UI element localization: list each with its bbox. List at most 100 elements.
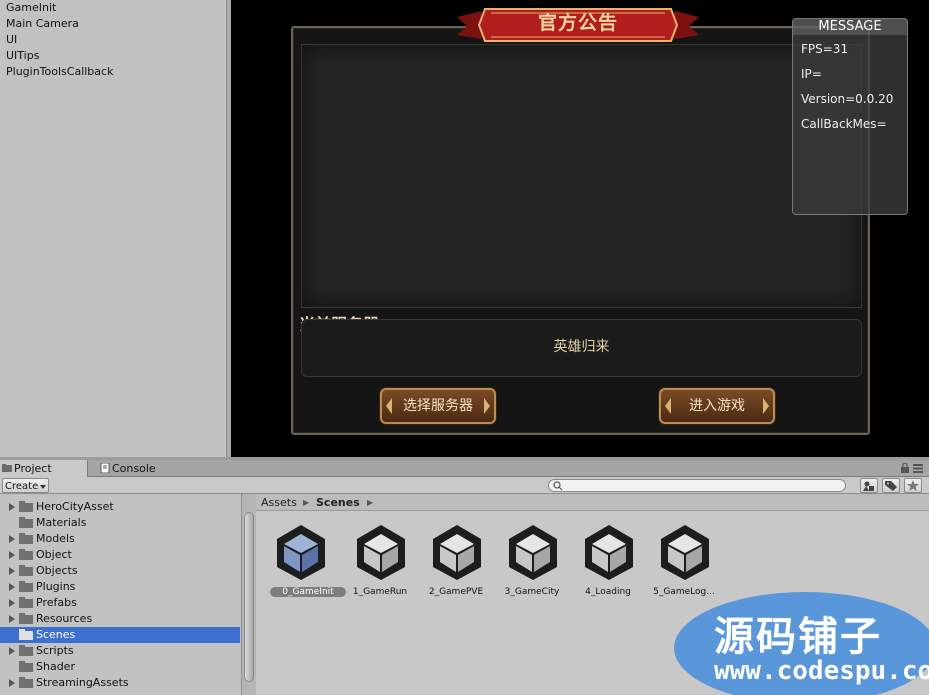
asset-scene[interactable]: 5_GameLog... [646,522,722,612]
enter-game-button[interactable]: 进入游戏 [659,388,775,424]
asset-scene[interactable]: 1_GameRun [342,522,418,612]
folder-tree: HeroCityAsset Materials Models Object Ob… [0,494,241,695]
folder-item[interactable]: Prefabs [0,595,240,611]
game-view: 当前服务器： 英雄归来 选择服务器 进入游戏 [231,0,929,457]
tab-project-label: Project [14,462,52,475]
breadcrumb-assets[interactable]: Assets [261,494,297,511]
folder-icon [19,597,33,608]
menu-icon[interactable] [913,464,923,473]
notice-title-ribbon: 官方公告 [457,7,699,43]
unity-scene-icon [585,525,633,580]
folder-item[interactable]: HeroCityAsset [0,499,240,515]
folder-item[interactable]: Resources [0,611,240,627]
search-input[interactable] [548,479,846,492]
tab-project[interactable]: Project [0,460,88,477]
unity-scene-icon [661,525,709,580]
breadcrumb-separator-icon: ▶ [303,498,310,507]
arrow-right-icon [484,398,490,414]
expand-arrow-icon[interactable] [9,599,15,607]
folder-icon [19,549,33,560]
hierarchy-item-uitips[interactable]: UITips [6,48,39,64]
notice-panel: 当前服务器： 英雄归来 选择服务器 进入游戏 [291,26,870,435]
asset-scene[interactable]: 4_Loading [570,522,646,612]
expand-arrow-icon[interactable] [9,567,15,575]
folder-icon [19,645,33,656]
folder-item[interactable]: Objects [0,563,240,579]
arrow-right-icon [763,398,769,414]
dropdown-arrow-icon [40,485,47,489]
unity-scene-icon [277,525,325,580]
create-label: Create [5,481,39,492]
expand-arrow-icon[interactable] [9,551,15,559]
folder-item[interactable]: Models [0,531,240,547]
asset-scene[interactable]: 0_GameInit [262,522,346,612]
tab-bar: Project Console [0,460,929,477]
expand-arrow-icon[interactable] [9,535,15,543]
folder-icon [19,677,33,688]
watermark: 源码铺子 www.codespu.com [674,592,929,695]
folder-item[interactable]: Scripts [0,643,240,659]
expand-arrow-icon[interactable] [9,647,15,655]
folder-icon [19,581,33,592]
console-icon [100,463,110,473]
folder-item[interactable]: Plugins [0,579,240,595]
folder-tree-scrollbar[interactable] [241,494,256,695]
folder-icon [19,565,33,576]
filter-by-type-button[interactable] [860,478,878,493]
arrow-left-icon [386,398,392,414]
tag-icon [885,481,897,491]
folder-icon [19,517,33,528]
message-ip: IP= [801,67,822,81]
folder-item[interactable]: StreamingAssets [0,675,240,691]
expand-arrow-icon[interactable] [9,583,15,591]
folder-icon [19,661,33,672]
create-button[interactable]: Create [2,478,50,493]
filter-by-label-button[interactable] [882,478,900,493]
folder-icon [2,464,12,472]
tab-console-label: Console [112,462,156,475]
server-name: 英雄归来 [553,339,610,355]
message-overlay: MESSAGE FPS=31 IP= Version=0.0.20 CallBa… [792,18,908,215]
asset-label: 5_GameLog... [653,587,715,597]
scrollbar-thumb[interactable] [244,512,254,682]
asset-scene[interactable]: 2_GamePVE [418,522,494,612]
hierarchy-item-ui[interactable]: UI [6,32,17,48]
project-toolbar: Create [0,477,929,494]
select-server-label: 选择服务器 [403,398,473,414]
expand-arrow-icon[interactable] [9,679,15,687]
folder-item-selected[interactable]: Scenes [0,627,240,643]
breadcrumb-scenes[interactable]: Scenes [316,494,360,511]
message-fps: FPS=31 [801,42,849,56]
expand-arrow-icon[interactable] [9,615,15,623]
watermark-title: 源码铺子 [714,614,882,660]
lock-icon[interactable] [901,463,909,473]
expand-arrow-icon[interactable] [9,503,15,511]
asset-scene[interactable]: 3_GameCity [494,522,570,612]
star-icon [907,480,919,491]
enter-game-label: 进入游戏 [689,398,745,414]
message-title: MESSAGE [793,19,907,35]
server-box: 英雄归来 [301,319,862,377]
folder-item[interactable]: Materials [0,515,240,531]
hierarchy-item-gameinit[interactable]: GameInit [6,0,56,16]
asset-label: 2_GamePVE [428,587,484,597]
search-icon [553,481,563,491]
watermark-url: www.codespu.com [714,656,929,686]
favorites-button[interactable] [904,478,922,493]
tab-console[interactable]: Console [98,460,178,477]
message-version: Version=0.0.20 [801,92,894,106]
breadcrumb-separator-icon: ▶ [367,498,374,507]
message-callback: CallBackMes= [801,117,887,131]
hierarchy-item-main-camera[interactable]: Main Camera [6,16,79,32]
folder-icon [19,533,33,544]
hierarchy-item-plugintoolscallback[interactable]: PluginToolsCallback [6,64,113,80]
hierarchy-panel: GameInit Main Camera UI UITips PluginToo… [0,0,227,457]
asset-label: 1_GameRun [352,587,408,597]
folder-icon [19,501,33,512]
folder-item[interactable]: Shader [0,659,240,675]
folder-item[interactable]: Object [0,547,240,563]
asset-label: 4_Loading [585,587,631,597]
unity-scene-icon [433,525,481,580]
select-server-button[interactable]: 选择服务器 [380,388,496,424]
filter-type-icon [863,481,874,491]
